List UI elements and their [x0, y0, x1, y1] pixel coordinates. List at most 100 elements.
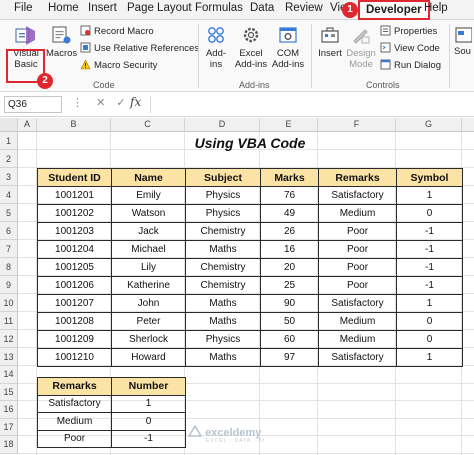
menu-developer[interactable]: Developer	[358, 0, 430, 20]
menu-help[interactable]: Help	[424, 2, 448, 14]
row-header[interactable]: 9	[0, 276, 18, 294]
header-cell[interactable]: Student ID	[37, 168, 112, 187]
row-header[interactable]: 7	[0, 240, 18, 258]
table-cell[interactable]: 1001209	[37, 330, 112, 349]
table-cell[interactable]: Satisfactory	[318, 294, 397, 313]
row-header[interactable]: 3	[0, 168, 18, 186]
table-cell[interactable]: Poor	[37, 429, 112, 448]
table-cell[interactable]: Howard	[111, 348, 186, 367]
table-cell[interactable]: 20	[260, 258, 319, 277]
row-header[interactable]: 12	[0, 330, 18, 348]
row-header[interactable]: 14	[0, 366, 18, 384]
table-cell[interactable]: -1	[396, 258, 463, 277]
enter-icon[interactable]: ✓	[116, 97, 125, 109]
table-cell[interactable]: Lily	[111, 258, 186, 277]
com-add-ins-button[interactable]: COM Add-ins	[270, 24, 306, 70]
table-cell[interactable]: 50	[260, 312, 319, 331]
table-cell[interactable]: 1001204	[37, 240, 112, 259]
column-header-e[interactable]: E	[260, 118, 318, 132]
table-cell[interactable]: 1001201	[37, 186, 112, 205]
row-header[interactable]: 6	[0, 222, 18, 240]
more-options-icon[interactable]: ⋮	[72, 97, 83, 109]
table-cell[interactable]: Emily	[111, 186, 186, 205]
header-cell[interactable]: Subject	[185, 168, 261, 187]
cancel-icon[interactable]: ✕	[96, 97, 105, 109]
table-cell[interactable]: 0	[396, 204, 463, 223]
table-cell[interactable]: 1001206	[37, 276, 112, 295]
row-header[interactable]: 4	[0, 186, 18, 204]
table-cell[interactable]: 60	[260, 330, 319, 349]
column-header-f[interactable]: F	[318, 118, 396, 132]
table-cell[interactable]: Watson	[111, 204, 186, 223]
table-cell[interactable]: 1001203	[37, 222, 112, 241]
table-cell[interactable]: Chemistry	[185, 258, 261, 277]
row-header[interactable]: 16	[0, 401, 18, 419]
table-cell[interactable]: Satisfactory	[318, 186, 397, 205]
table-cell[interactable]: Satisfactory	[37, 394, 112, 413]
header-cell[interactable]: Name	[111, 168, 186, 187]
table-cell[interactable]: -1	[111, 429, 186, 448]
header-cell[interactable]: Number	[111, 377, 186, 396]
menu-file[interactable]: File	[14, 2, 33, 14]
table-cell[interactable]: Maths	[185, 312, 261, 331]
use-relative-references-button[interactable]: Use Relative References	[80, 42, 199, 56]
header-cell[interactable]: Marks	[260, 168, 319, 187]
table-cell[interactable]: Poor	[318, 240, 397, 259]
table-cell[interactable]: Jack	[111, 222, 186, 241]
source-button[interactable]: Sou	[454, 24, 474, 57]
table-cell[interactable]: 1001202	[37, 204, 112, 223]
table-cell[interactable]: 1001207	[37, 294, 112, 313]
record-macro-button[interactable]: Record Macro	[80, 25, 154, 39]
properties-button[interactable]: Properties	[380, 25, 437, 39]
macros-button[interactable]: Macros	[46, 24, 77, 59]
header-cell[interactable]: Symbol	[396, 168, 463, 187]
add-ins-button[interactable]: Add- ins	[203, 24, 229, 70]
run-dialog-button[interactable]: Run Dialog	[380, 59, 441, 73]
row-header[interactable]: 1	[0, 132, 18, 150]
row-header[interactable]: 5	[0, 204, 18, 222]
table-cell[interactable]: Poor	[318, 258, 397, 277]
insert-control-button[interactable]: Insert	[315, 24, 345, 59]
table-cell[interactable]: 25	[260, 276, 319, 295]
table-cell[interactable]: 1001208	[37, 312, 112, 331]
table-cell[interactable]: 16	[260, 240, 319, 259]
table-cell[interactable]: -1	[396, 240, 463, 259]
design-mode-button[interactable]: Design Mode	[345, 24, 377, 70]
table-cell[interactable]: Peter	[111, 312, 186, 331]
row-header[interactable]: 10	[0, 294, 18, 312]
formula-input[interactable]	[150, 96, 470, 113]
table-cell[interactable]: 97	[260, 348, 319, 367]
table-cell[interactable]: Physics	[185, 330, 261, 349]
row-header[interactable]: 17	[0, 418, 18, 436]
table-cell[interactable]: Chemistry	[185, 276, 261, 295]
menu-formulas[interactable]: Formulas	[195, 2, 243, 14]
row-header[interactable]: 18	[0, 436, 18, 454]
name-box[interactable]: Q36	[4, 96, 62, 113]
column-header-d[interactable]: D	[185, 118, 260, 132]
table-cell[interactable]: Physics	[185, 186, 261, 205]
table-cell[interactable]: Poor	[318, 276, 397, 295]
table-cell[interactable]: Sherlock	[111, 330, 186, 349]
table-cell[interactable]: Katherine	[111, 276, 186, 295]
table-cell[interactable]: Maths	[185, 348, 261, 367]
table-cell[interactable]: 90	[260, 294, 319, 313]
column-header-a[interactable]: A	[18, 118, 37, 132]
table-cell[interactable]: -1	[396, 276, 463, 295]
column-header-b[interactable]: B	[37, 118, 111, 132]
table-cell[interactable]: 1001210	[37, 348, 112, 367]
table-cell[interactable]: Medium	[318, 312, 397, 331]
menu-data[interactable]: Data	[250, 2, 274, 14]
row-header[interactable]: 11	[0, 312, 18, 330]
table-cell[interactable]: 0	[111, 412, 186, 431]
sheet-title[interactable]: Using VBA Code	[130, 133, 370, 153]
row-header[interactable]: 13	[0, 348, 18, 366]
table-cell[interactable]: 26	[260, 222, 319, 241]
header-cell[interactable]: Remarks	[37, 377, 112, 396]
table-cell[interactable]: Medium	[318, 204, 397, 223]
table-cell[interactable]: Poor	[318, 222, 397, 241]
table-cell[interactable]: Maths	[185, 294, 261, 313]
table-cell[interactable]: Satisfactory	[318, 348, 397, 367]
insert-function-icon[interactable]: fx	[130, 95, 141, 109]
table-cell[interactable]: 1001205	[37, 258, 112, 277]
row-header[interactable]: 2	[0, 150, 18, 168]
